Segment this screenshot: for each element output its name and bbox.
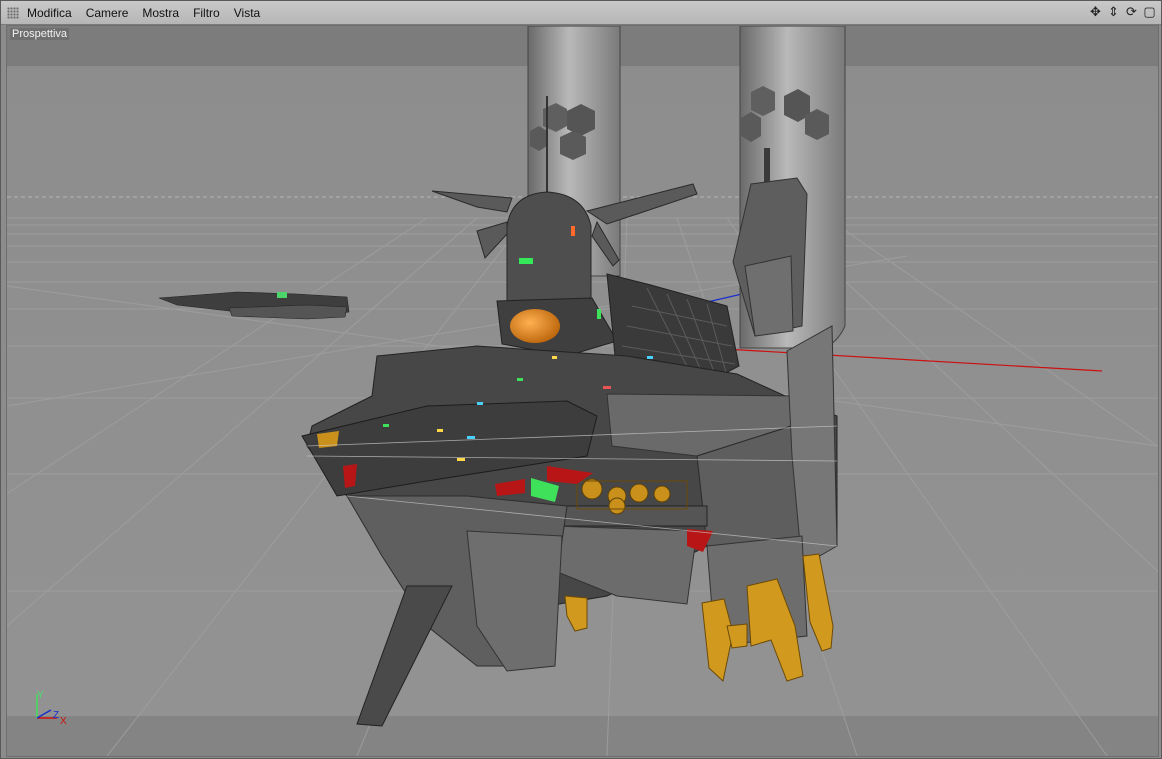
view-label[interactable]: Prospettiva [10,28,70,40]
dolly-icon[interactable]: ⇕ [1106,4,1121,19]
menu-filtro[interactable]: Filtro [193,6,220,20]
bottom-shade [7,716,1158,756]
maximize-icon[interactable]: ▢ [1142,4,1157,19]
viewport-menubar: Modifica Camere Mostra Filtro Vista ✥ ⇕ … [1,1,1161,25]
gizmo-x-label: X [60,716,67,727]
scene-render [7,26,1158,756]
gizmo-y-label: Y [37,690,44,701]
menu-modifica[interactable]: Modifica [27,6,72,20]
viewport-window: Modifica Camere Mostra Filtro Vista ✥ ⇕ … [0,0,1162,759]
rotate-icon[interactable]: ⟳ [1124,4,1139,19]
move-icon[interactable]: ✥ [1088,4,1103,19]
3d-viewport[interactable]: Prospettiva Y Z X [6,25,1159,757]
menu-vista[interactable]: Vista [234,6,260,20]
right-tower [732,26,846,349]
menu-camere[interactable]: Camere [86,6,129,20]
gizmo-z-label: Z [53,710,60,721]
drag-grip-icon[interactable] [7,6,19,19]
navigation-tools: ✥ ⇕ ⟳ ▢ [1088,4,1157,19]
menu-mostra[interactable]: Mostra [142,6,179,20]
